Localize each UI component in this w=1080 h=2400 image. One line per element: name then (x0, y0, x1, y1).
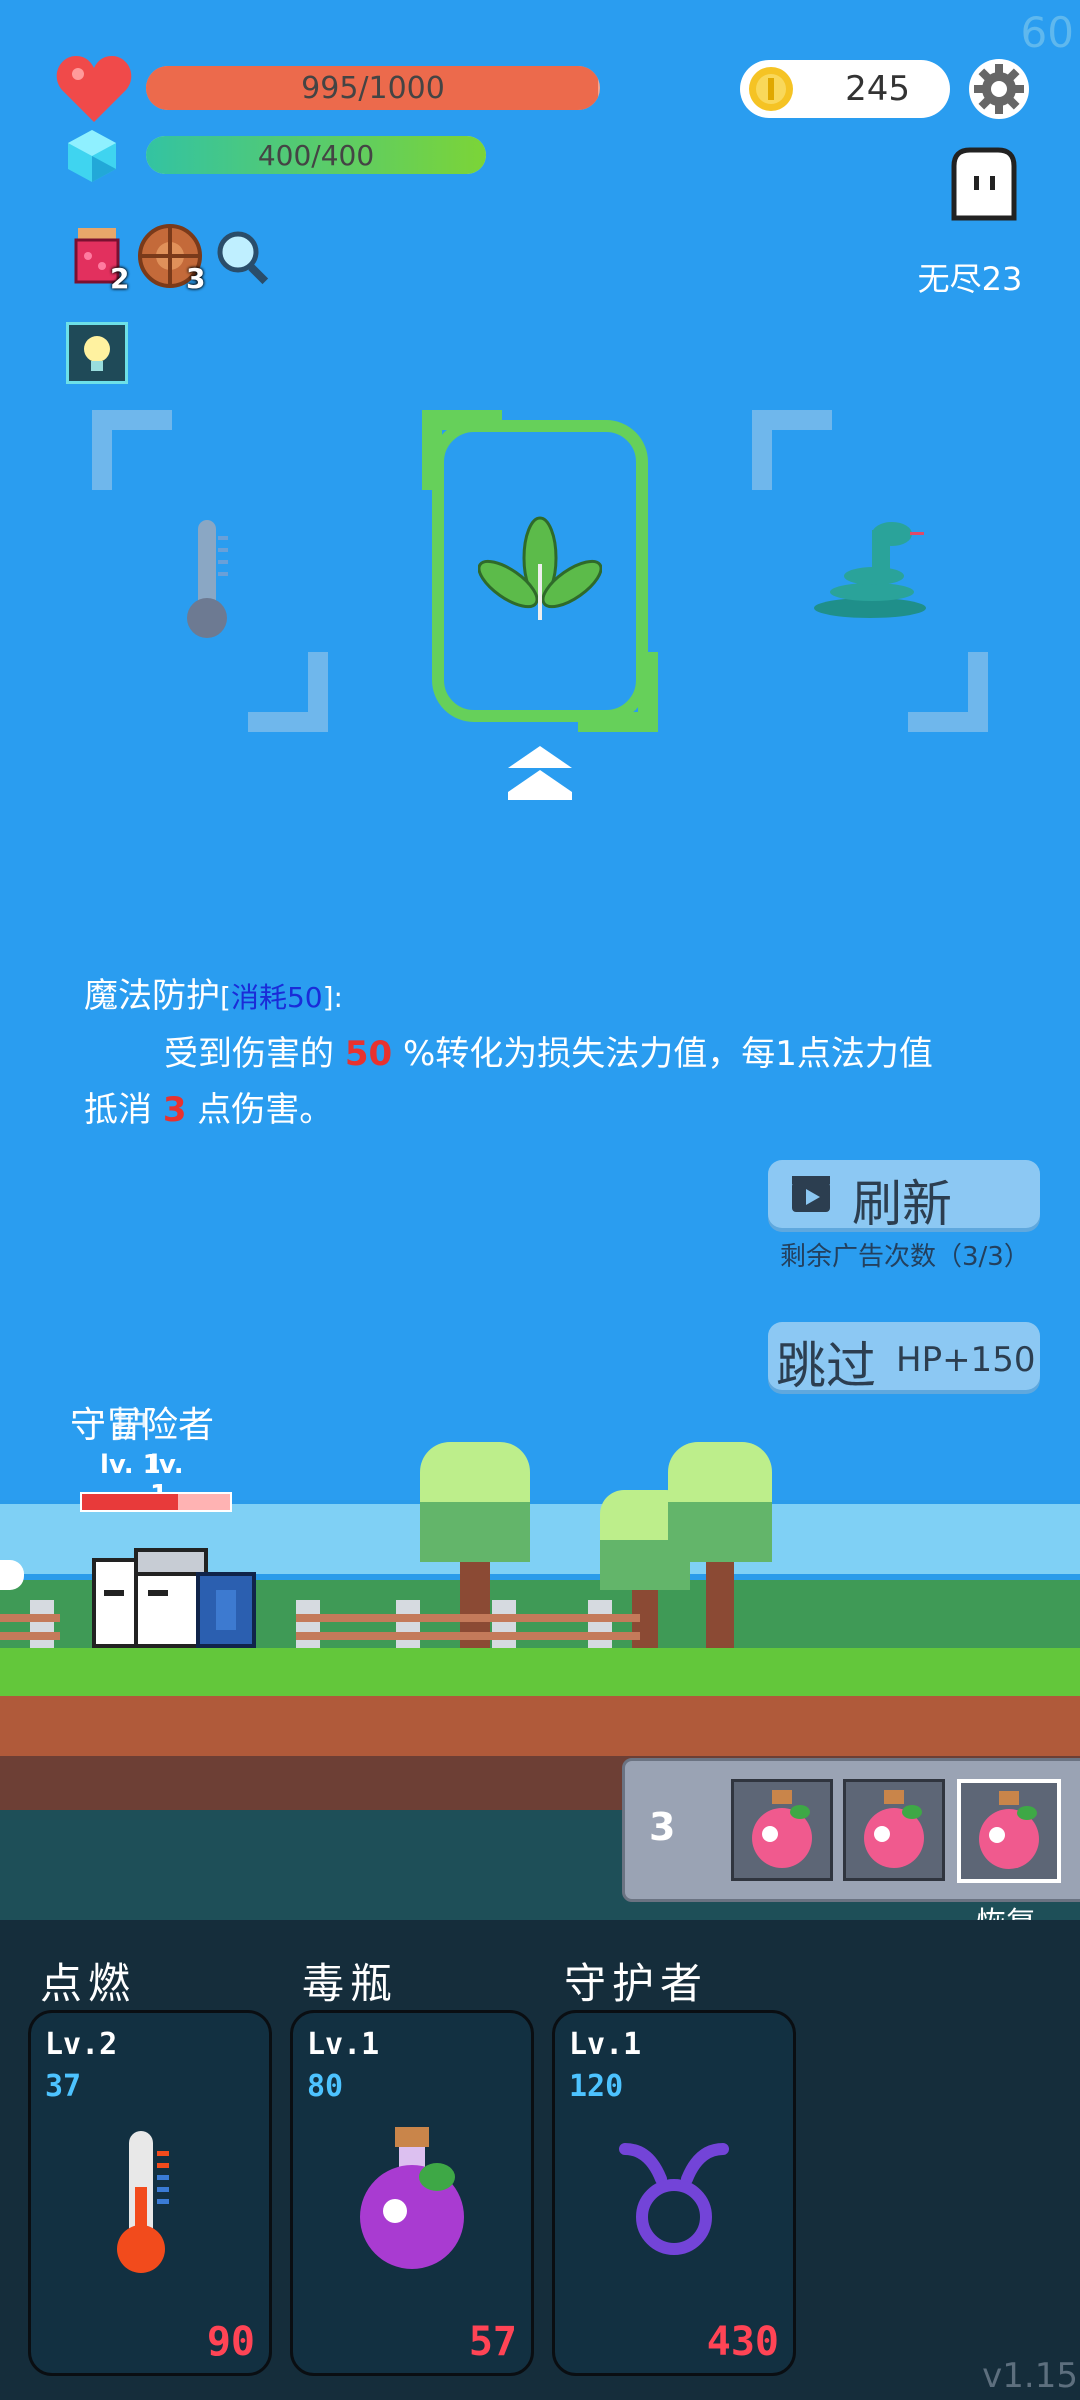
desc-text: %转化为损失法力值，每1点法力值 (392, 1034, 933, 1074)
ghost-icon[interactable] (946, 146, 1022, 222)
skip-button[interactable]: 跳过 HP+150 (768, 1322, 1040, 1395)
player-name: 守冒险者 护 (70, 1396, 214, 1448)
fence (0, 1600, 60, 1650)
potion-slot[interactable] (731, 1779, 833, 1881)
potion-count: 3 (649, 1805, 676, 1849)
mode-label: 无尽23 (917, 260, 1023, 298)
skill-card-ignite[interactable]: Lv.2 37 90 (28, 2010, 272, 2376)
skill-cost: 120 (569, 2069, 624, 2104)
dirt-layer (0, 1696, 1080, 1756)
skill-price: 57 (468, 2319, 517, 2365)
grass-ground (0, 1648, 1080, 1696)
snake-icon (810, 520, 934, 620)
choice-slot-left[interactable] (92, 410, 328, 732)
skill-desc-line1: 受到伤害的 50 %转化为损失法力值，每1点法力值 (84, 1026, 1024, 1082)
desc-number: 50 (344, 1034, 393, 1074)
player-name-overlap: 护 (112, 1405, 149, 1446)
desc-text: 点伤害。 (186, 1090, 334, 1130)
skill-cost: 消耗50 (230, 981, 323, 1014)
skill-price: 430 (706, 2319, 779, 2365)
mana-crystal-icon (66, 128, 118, 184)
mp-bar: 400/400 (146, 136, 486, 174)
tree (668, 1442, 772, 1652)
pink-potion-icon (752, 1790, 812, 1868)
ads-remaining: 剩余广告次数（3/3） (780, 1242, 1030, 1272)
hp-bar: 995/1000 (146, 66, 600, 110)
desc-number: 3 (162, 1090, 187, 1130)
thermometer-icon (182, 516, 232, 640)
pink-potion-icon (864, 1790, 924, 1868)
desc-text: 抵消 (84, 1090, 163, 1130)
skip-bonus: HP+150 (896, 1340, 1036, 1380)
potion-slot[interactable] (843, 1779, 945, 1881)
skill-title: 毒瓶 (302, 1959, 399, 2008)
desc-text: 受到伤害的 (164, 1034, 345, 1074)
version-label: v1.15 (982, 2356, 1078, 2396)
skill-description: 魔法防护[消耗50]: 受到伤害的 50 %转化为损失法力值，每1点法力值 抵消… (84, 968, 1024, 1138)
skill-cost-open: [ (220, 981, 231, 1014)
coin-counter: 245 (740, 60, 950, 118)
skill-title: 点燃 (40, 1959, 137, 2008)
item-count: 2 (110, 262, 130, 295)
selected-arrow-icon (506, 746, 574, 802)
player-level: lv. 1 lv. 1 (100, 1450, 184, 1510)
player-hp-fill (82, 1494, 179, 1510)
skill-desc-line2: 抵消 3 点伤害。 (84, 1082, 1024, 1138)
player-hp-bar (80, 1492, 232, 1512)
refresh-label: 刷新 (852, 1175, 952, 1233)
skill-name: 魔法防护 (84, 976, 220, 1016)
potion-tray: 3 (622, 1758, 1080, 1902)
fps-counter: 60 (1020, 8, 1074, 57)
lightbulb-buff-icon[interactable] (66, 322, 128, 384)
skip-label: 跳过 (776, 1337, 876, 1395)
choice-slot-selected[interactable] (422, 410, 658, 732)
skill-title: 守护者 (564, 1959, 709, 2008)
skill-card-poison[interactable]: Lv.1 80 57 (290, 2010, 534, 2376)
skill-cost-close: ]: (322, 981, 343, 1014)
skill-desc-title: 魔法防护[消耗50]: (84, 968, 1024, 1026)
taurus-symbol-icon (619, 2139, 729, 2259)
poison-flask-icon (353, 2121, 471, 2271)
coin-icon (748, 66, 794, 112)
heart-icon (56, 54, 132, 124)
skill-price: 90 (206, 2319, 255, 2365)
hp-text: 995/1000 (301, 70, 445, 106)
refresh-button[interactable]: 刷新 (768, 1160, 1040, 1233)
fence (296, 1600, 640, 1650)
gear-icon[interactable] (968, 58, 1030, 120)
magnifier-icon[interactable] (214, 228, 272, 286)
skill-level: Lv.2 (45, 2027, 118, 2062)
video-ad-icon (790, 1174, 832, 1214)
skill-card-guardian[interactable]: Lv.1 120 430 (552, 2010, 796, 2376)
mp-text: 400/400 (257, 138, 375, 172)
potion-slot-selected[interactable] (957, 1779, 1061, 1883)
skill-level: Lv.1 (569, 2027, 642, 2062)
knight-sprite[interactable] (88, 1540, 264, 1650)
skill-level: Lv.1 (307, 2027, 380, 2062)
item-count: 3 (186, 262, 206, 295)
skill-cost: 37 (45, 2069, 82, 2104)
thermometer-icon (111, 2127, 181, 2277)
skill-cost: 80 (307, 2069, 344, 2104)
pink-potion-icon (979, 1791, 1039, 1869)
choice-slot-right[interactable] (752, 410, 988, 732)
leaf-sprout-icon (477, 514, 603, 624)
coin-value: 245 (845, 69, 910, 109)
